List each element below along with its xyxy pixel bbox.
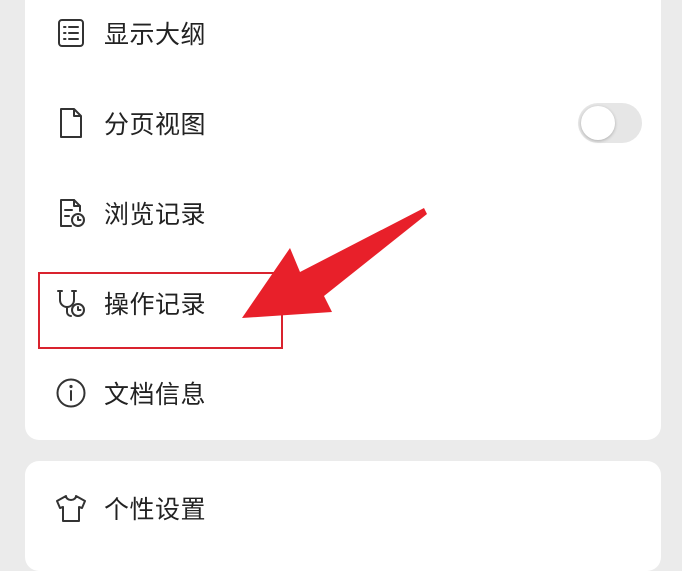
- page-view-toggle[interactable]: [578, 103, 642, 143]
- menu-item-label: 文档信息: [104, 380, 207, 409]
- menu-item-label: 个性设置: [104, 495, 207, 524]
- document-page-icon: [54, 106, 88, 140]
- menu-item-outline[interactable]: 显示大纲: [25, 0, 661, 78]
- tshirt-icon: [54, 491, 88, 525]
- menu-item-label: 分页视图: [104, 110, 207, 139]
- info-icon: [54, 376, 88, 410]
- menu-item-label: 显示大纲: [104, 20, 207, 49]
- menu-item-doc-info[interactable]: 文档信息: [25, 348, 661, 438]
- settings-card: 个性设置: [25, 461, 661, 571]
- browse-history-icon: [54, 196, 88, 230]
- menu-card: 显示大纲 分页视图 浏览记录 操作记录 文档信息: [25, 0, 661, 440]
- menu-item-page-view[interactable]: 分页视图: [25, 78, 661, 168]
- outline-list-icon: [54, 16, 88, 50]
- menu-item-browse-history[interactable]: 浏览记录: [25, 168, 661, 258]
- menu-item-personal-settings[interactable]: 个性设置: [25, 463, 661, 553]
- toggle-knob: [581, 106, 615, 140]
- menu-item-label: 浏览记录: [104, 200, 207, 229]
- highlight-box: [38, 272, 283, 349]
